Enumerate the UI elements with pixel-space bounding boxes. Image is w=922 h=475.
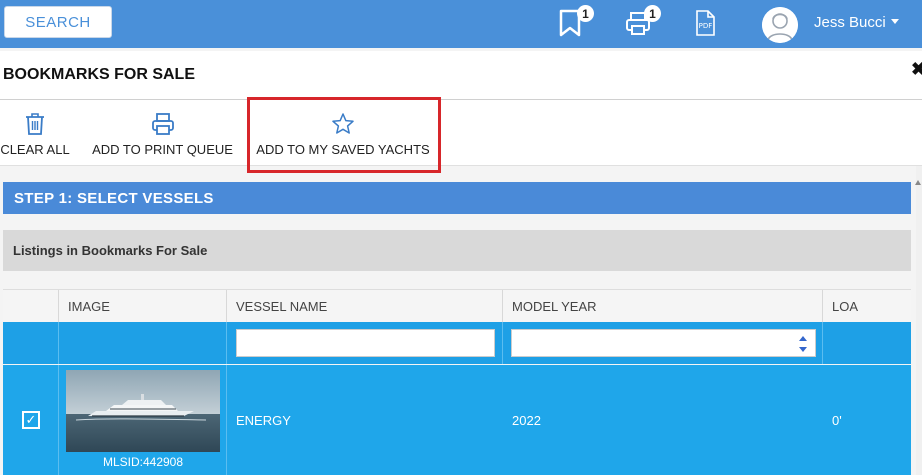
- clear-all-label: CLEAR ALL: [0, 142, 70, 157]
- table-header-row: IMAGE VESSEL NAME MODEL YEAR LOA: [3, 289, 911, 324]
- action-toolbar: CLEAR ALL ADD TO PRINT QUEUE ADD TO MY S…: [0, 100, 922, 166]
- chevron-down-icon[interactable]: [891, 19, 899, 24]
- column-header-vessel-name[interactable]: VESSEL NAME: [227, 290, 503, 323]
- clear-all-button[interactable]: CLEAR ALL: [0, 100, 70, 165]
- column-header-model-year[interactable]: MODEL YEAR: [503, 290, 823, 323]
- model-year-cell: 2022: [512, 413, 541, 428]
- user-avatar[interactable]: [762, 7, 798, 43]
- select-cell: ✓: [3, 365, 59, 475]
- column-header-label: VESSEL NAME: [236, 299, 328, 314]
- print-queue-button[interactable]: 1: [624, 5, 661, 38]
- filter-cell-select: [3, 322, 59, 364]
- vessel-name-filter-input[interactable]: [236, 329, 495, 357]
- loa-cell: 0': [832, 413, 842, 428]
- add-to-print-queue-button[interactable]: ADD TO PRINT QUEUE: [92, 100, 233, 165]
- image-cell: [59, 365, 227, 475]
- spinner-down-icon[interactable]: [799, 347, 807, 352]
- pdf-button[interactable]: PDF: [693, 8, 723, 38]
- top-navigation-bar: SEARCH 1 1 PDF Jess Bucci: [0, 0, 922, 48]
- step-header: STEP 1: SELECT VESSELS: [3, 182, 911, 214]
- user-name[interactable]: Jess Bucci: [814, 14, 886, 31]
- table-row[interactable]: ✓ MLSID:442908 ENERGY 2022 0': [3, 365, 911, 475]
- search-button[interactable]: SEARCH: [4, 6, 112, 38]
- close-icon[interactable]: ✖: [911, 59, 922, 80]
- column-header-label: MODEL YEAR: [512, 299, 597, 314]
- column-header-label: IMAGE: [68, 299, 110, 314]
- highlight-annotation: [247, 97, 441, 173]
- vertical-scrollbar[interactable]: [916, 166, 922, 475]
- row-checkbox[interactable]: ✓: [22, 411, 40, 429]
- filter-cell-vessel-name: [227, 322, 503, 364]
- scroll-up-arrow-icon[interactable]: [915, 180, 921, 185]
- add-to-print-queue-label: ADD TO PRINT QUEUE: [92, 142, 233, 157]
- bookmark-count-badge: 1: [577, 5, 594, 22]
- column-header-label: LOA: [832, 299, 859, 314]
- listings-section-label: Listings in Bookmarks For Sale: [3, 230, 911, 271]
- bookmarks-button[interactable]: 1: [557, 5, 594, 38]
- print-count-badge: 1: [644, 5, 661, 22]
- table-filter-row: [3, 322, 911, 364]
- spinner-up-icon[interactable]: [799, 336, 807, 341]
- printer-icon: [151, 113, 174, 135]
- filter-cell-image: [59, 322, 227, 364]
- filter-cell-loa: [823, 322, 911, 364]
- trash-icon: [26, 113, 44, 135]
- svg-text:PDF: PDF: [699, 22, 713, 30]
- column-header-loa[interactable]: LOA: [823, 290, 911, 323]
- column-header-select: [3, 290, 59, 323]
- model-year-filter-input[interactable]: [511, 329, 816, 357]
- dialog-title-bar: BOOKMARKS FOR SALE ✖: [0, 51, 922, 100]
- filter-cell-model-year: [503, 322, 823, 364]
- page-title: BOOKMARKS FOR SALE: [3, 66, 195, 83]
- pdf-icon: PDF: [696, 10, 715, 36]
- vessel-name-cell[interactable]: ENERGY: [236, 413, 291, 428]
- column-header-image[interactable]: IMAGE: [59, 290, 227, 323]
- user-avatar-icon: [762, 7, 798, 43]
